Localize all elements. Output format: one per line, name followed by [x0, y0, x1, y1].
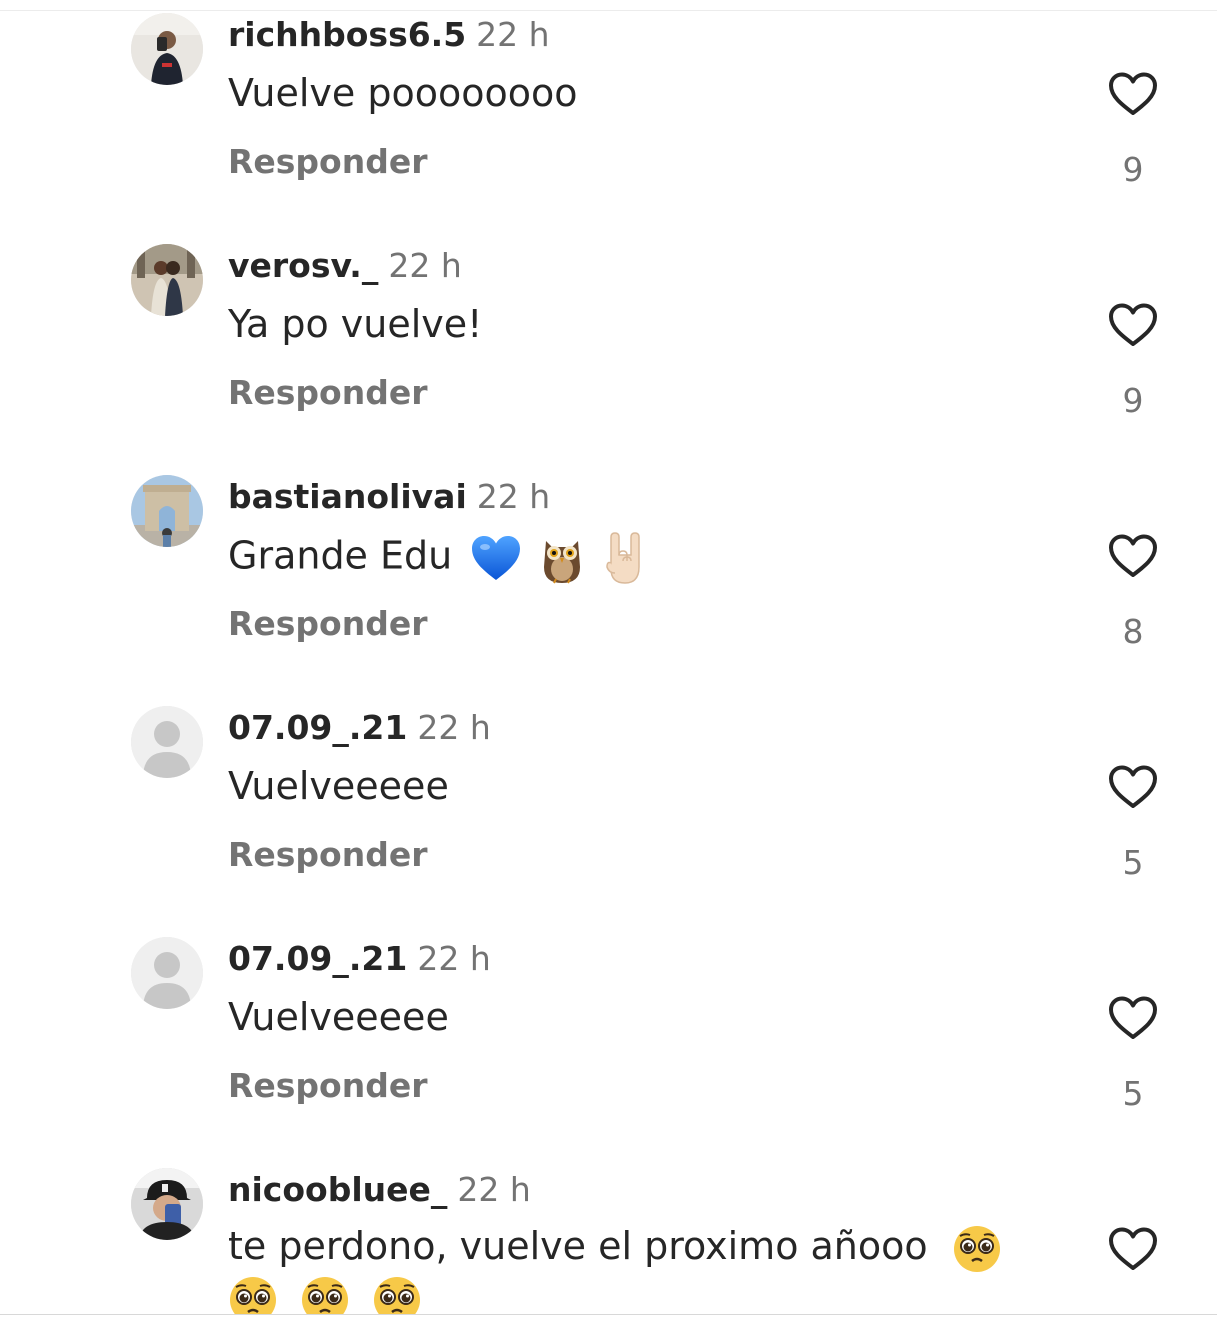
like-button[interactable]	[1107, 995, 1159, 1041]
username[interactable]: nicoobluee_	[228, 1170, 447, 1209]
timestamp: 22 h	[417, 939, 491, 978]
comment-header: nicoobluee_ 22 h	[228, 1168, 531, 1212]
timestamp: 22 h	[417, 708, 491, 747]
avatar[interactable]	[131, 475, 203, 547]
bottom-divider	[0, 1314, 1217, 1315]
comment-header: bastianolivai 22 h	[228, 475, 550, 519]
comment-item: 07.09_.21 22 h Vuelveeeee Responder 5	[0, 937, 1217, 1168]
heart-icon	[1109, 534, 1157, 577]
timestamp: 22 h	[388, 246, 462, 285]
comment-text-content: te perdono, vuelve el proximo añooo	[228, 1224, 928, 1268]
top-divider	[0, 10, 1217, 11]
comment-text: Vuelveeeee	[228, 993, 1018, 1042]
avatar[interactable]	[131, 706, 203, 778]
comment-header: 07.09_.21 22 h	[228, 706, 491, 750]
reply-button[interactable]: Responder	[228, 371, 428, 415]
heart-icon	[1109, 72, 1157, 115]
comment-header: 07.09_.21 22 h	[228, 937, 491, 981]
comment-header: richhboss6.5 22 h	[228, 13, 550, 57]
pleading-face-icon	[300, 1275, 350, 1314]
comment-text: Vuelveeeee	[228, 762, 1018, 811]
reply-button[interactable]: Responder	[228, 140, 428, 184]
like-button[interactable]	[1107, 533, 1159, 579]
comment-text-content: Vuelveeeee	[228, 995, 449, 1039]
avatar[interactable]	[131, 937, 203, 1009]
avatar[interactable]	[131, 1168, 203, 1240]
heart-icon	[1109, 303, 1157, 346]
comment-item: richhboss6.5 22 h Vuelve poooooooo Respon…	[0, 13, 1217, 244]
comment-text: Grande Edu	[228, 531, 1018, 585]
like-count: 8	[1122, 612, 1144, 651]
like-count: 9	[1122, 150, 1144, 189]
comment-item: verosv._ 22 h Ya po vuelve! Responder 9	[0, 244, 1217, 475]
avatar[interactable]	[131, 244, 203, 316]
comment-text-content: Ya po vuelve!	[228, 302, 483, 346]
comment-header: verosv._ 22 h	[228, 244, 462, 288]
heart-icon	[1109, 996, 1157, 1039]
comment-item: nicoobluee_ 22 h te perdono, vuelve el pr…	[0, 1168, 1217, 1314]
timestamp: 22 h	[476, 15, 550, 54]
like-button[interactable]	[1107, 302, 1159, 348]
pleading-face-icon	[952, 1224, 1002, 1274]
blue-heart-icon	[470, 533, 522, 583]
rock-on-hand-icon	[603, 531, 647, 585]
owl-icon	[540, 531, 584, 585]
avatar[interactable]	[131, 13, 203, 85]
like-count: 5	[1122, 843, 1144, 882]
comment-text-content: Vuelve poooooooo	[228, 71, 578, 115]
reply-button[interactable]: Responder	[228, 1064, 428, 1108]
pleading-face-icon	[228, 1275, 278, 1314]
username[interactable]: bastianolivai	[228, 477, 467, 516]
heart-icon	[1109, 765, 1157, 808]
like-count: 5	[1122, 1074, 1144, 1113]
like-button[interactable]	[1107, 764, 1159, 810]
reply-button[interactable]: Responder	[228, 833, 428, 877]
reply-button[interactable]: Responder	[228, 602, 428, 646]
pleading-face-icon	[372, 1275, 422, 1314]
comment-text-content: Grande Edu	[228, 533, 453, 578]
comment-text-content: Vuelveeeee	[228, 764, 449, 808]
comment-item: bastianolivai 22 h Grande Edu Responder …	[0, 475, 1217, 706]
username[interactable]: 07.09_.21	[228, 939, 407, 978]
like-button[interactable]	[1107, 71, 1159, 117]
comment-text: te perdono, vuelve el proximo añooo	[228, 1222, 1028, 1314]
comment-text: Vuelve poooooooo	[228, 69, 1018, 118]
timestamp: 22 h	[476, 477, 551, 516]
username[interactable]: 07.09_.21	[228, 708, 407, 747]
username[interactable]: verosv._	[228, 246, 378, 285]
timestamp: 22 h	[457, 1170, 531, 1209]
like-button[interactable]	[1107, 1226, 1159, 1272]
heart-icon	[1109, 1227, 1157, 1270]
username[interactable]: richhboss6.5	[228, 15, 466, 54]
comment-text: Ya po vuelve!	[228, 300, 1018, 349]
like-count: 9	[1122, 381, 1144, 420]
comment-item: 07.09_.21 22 h Vuelveeeee Responder 5	[0, 706, 1217, 937]
